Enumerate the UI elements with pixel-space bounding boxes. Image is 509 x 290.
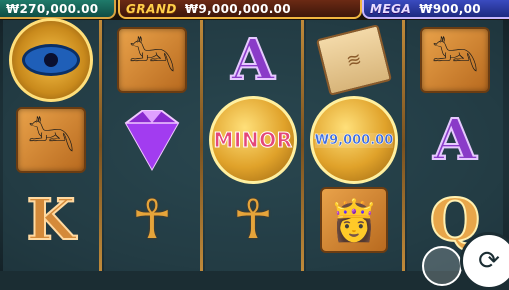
mega-jackpot-panel: MEGA ₩900,00 <box>362 0 509 19</box>
reel-divider <box>99 20 102 271</box>
minor-jackpot-panel: ₩270,000.00 <box>0 0 116 19</box>
gem-icon <box>124 110 180 172</box>
symbol-coin-value: ₩9,000.00 <box>306 96 402 184</box>
minor-coin-label: MINOR <box>213 128 293 153</box>
spin-button[interactable]: ⟳ <box>460 232 509 290</box>
cleopatra-icon: 👸 <box>320 187 388 253</box>
symbol-eye-of-horus <box>3 18 99 102</box>
coin-icon: ₩9,000.00 <box>310 96 398 184</box>
symbol-letter-a: A <box>407 100 503 180</box>
coin-value-label: ₩9,000.00 <box>314 132 394 148</box>
reel-divider <box>200 20 203 271</box>
scroll-icon: ≋ <box>315 24 393 96</box>
ankh-icon: ☥ <box>131 188 173 251</box>
symbol-minor-coin: MINOR <box>205 96 301 184</box>
mega-jackpot-label: MEGA <box>370 1 412 16</box>
spin-icon: ⟳ <box>478 246 500 276</box>
grand-jackpot-panel: GRAND ₩9,000,000.00 <box>118 0 362 19</box>
symbol-ankh: ☥ <box>205 180 301 260</box>
ankh-icon: ☥ <box>232 188 274 251</box>
jackpot-bar: ₩270,000.00 GRAND ₩9,000,000.00 MEGA ₩90… <box>0 0 509 20</box>
symbol-anubis: 𓃢 <box>104 20 200 100</box>
anubis-icon: 𓃢 <box>117 27 187 93</box>
symbol-anubis: 𓃢 <box>3 100 99 180</box>
reel-grid: 𓃢 A ≋ 𓃢 𓃢 MINOR ₩9,000.00 A K ☥ ☥ 👸 Q <box>0 18 509 271</box>
symbol-anubis: 𓃢 <box>407 20 503 100</box>
symbol-cleopatra: 👸 <box>306 180 402 260</box>
letter-a-icon: A <box>432 107 477 173</box>
mega-jackpot-value: ₩900,00 <box>419 1 481 16</box>
grand-jackpot-label: GRAND <box>126 1 177 16</box>
symbol-purple-gem <box>104 100 200 180</box>
symbol-letter-k: K <box>3 180 99 260</box>
symbol-letter-a: A <box>205 20 301 100</box>
eye-of-horus-icon <box>9 18 93 102</box>
anubis-icon: 𓃢 <box>420 27 490 93</box>
minor-jackpot-value: ₩270,000.00 <box>6 1 99 16</box>
symbol-ankh: ☥ <box>104 180 200 260</box>
coin-icon: MINOR <box>209 96 297 184</box>
grand-jackpot-value: ₩9,000,000.00 <box>184 1 291 16</box>
letter-a-icon: A <box>230 27 275 93</box>
anubis-icon: 𓃢 <box>16 107 86 173</box>
letter-k-icon: K <box>26 187 77 253</box>
reel-divider <box>402 20 405 271</box>
autoplay-button[interactable] <box>422 246 462 286</box>
symbol-scroll: ≋ <box>306 20 402 100</box>
reel-divider <box>301 20 304 271</box>
